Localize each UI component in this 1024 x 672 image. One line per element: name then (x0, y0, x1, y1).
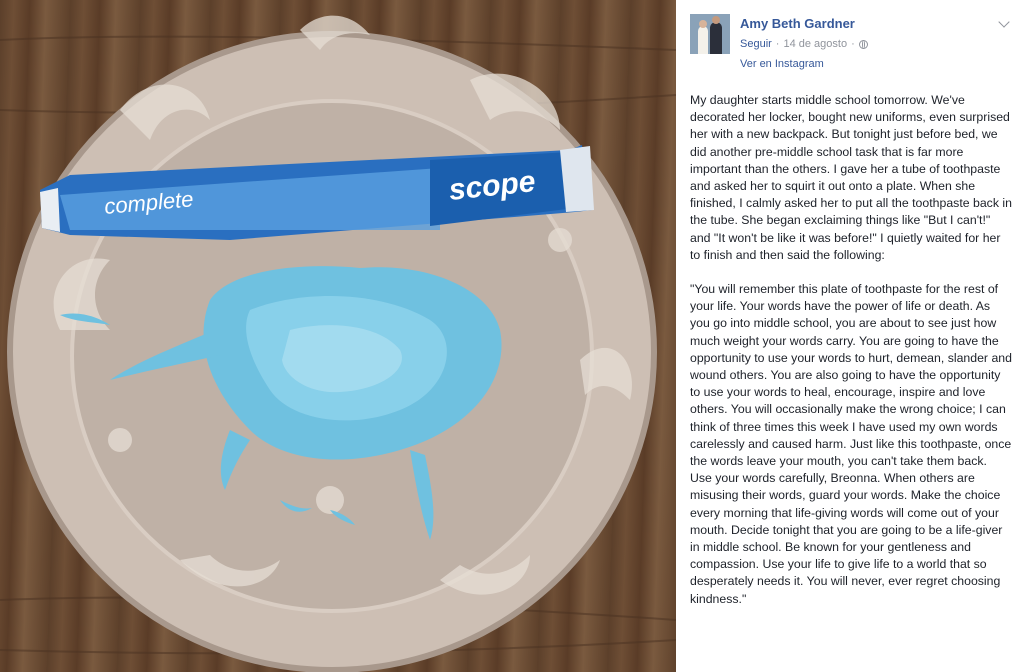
post-panel: Amy Beth Gardner Seguir · 14 de agosto ·… (676, 0, 1024, 672)
meta-separator: · (775, 38, 780, 50)
post-photo[interactable]: complete scope (0, 0, 676, 672)
post-text: My daughter starts middle school tomorro… (690, 92, 1012, 608)
post-header: Amy Beth Gardner Seguir · 14 de agosto ·… (690, 14, 1012, 72)
author-name[interactable]: Amy Beth Gardner (740, 16, 855, 31)
chevron-down-icon[interactable] (998, 16, 1010, 28)
view-on-instagram-link[interactable]: Ver en Instagram (740, 58, 824, 70)
photo-scene: complete scope (0, 15, 676, 672)
follow-link[interactable]: Seguir (740, 38, 772, 50)
post-date[interactable]: 14 de agosto (783, 38, 847, 50)
post-paragraph-1: My daughter starts middle school tomorro… (690, 93, 1012, 262)
post-meta: Seguir · 14 de agosto · (740, 38, 868, 50)
meta-separator-2: · (851, 38, 855, 50)
globe-icon (858, 39, 868, 49)
avatar[interactable] (690, 14, 730, 54)
post-paragraph-2: "You will remember this plate of toothpa… (690, 282, 1012, 606)
post-viewer: complete scope Amy Beth Gardner Seguir ·… (0, 0, 1024, 672)
